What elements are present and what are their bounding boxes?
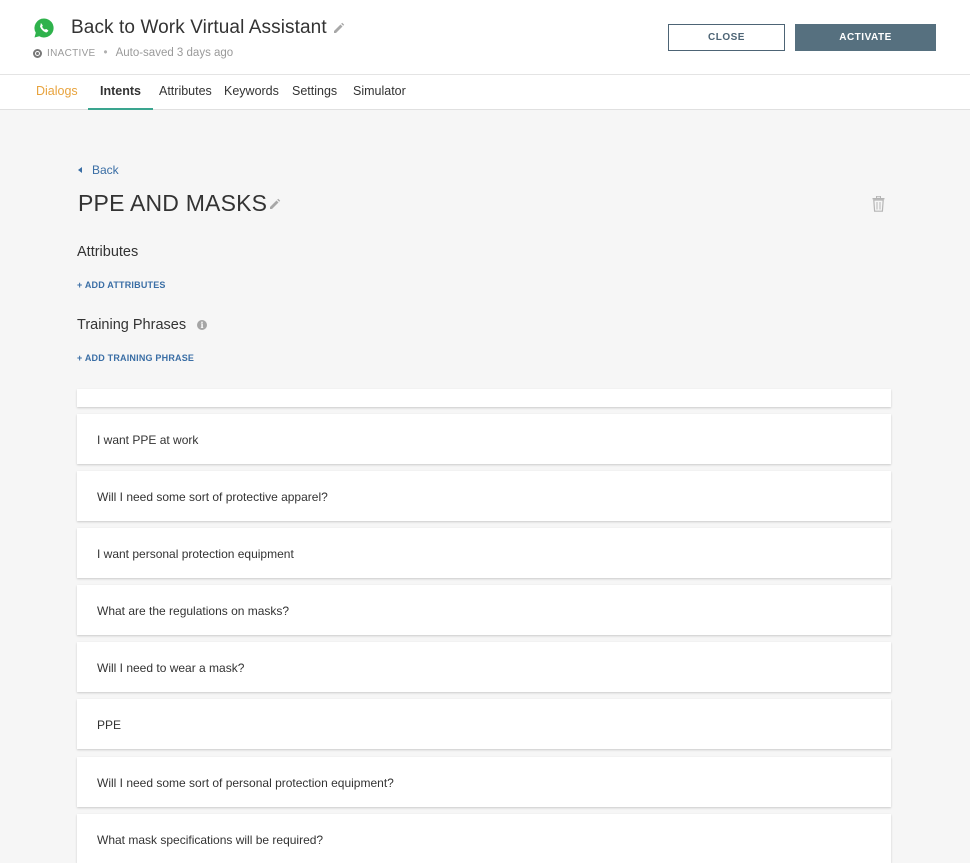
tab-simulator[interactable]: Simulator — [353, 75, 406, 110]
training-phrase-card[interactable]: I want PPE at work — [77, 414, 891, 464]
close-button[interactable]: CLOSE — [668, 24, 785, 51]
training-phrase-card[interactable]: Will I need some sort of personal protec… — [77, 757, 891, 807]
activate-button[interactable]: ACTIVATE — [795, 24, 936, 51]
status-indicator-icon — [33, 48, 42, 58]
trash-icon[interactable] — [872, 196, 885, 212]
tab-keywords[interactable]: Keywords — [224, 75, 279, 110]
phrase-input-card[interactable] — [77, 389, 891, 407]
training-phrase-text: Will I need some sort of personal protec… — [97, 776, 394, 790]
back-label: Back — [92, 163, 119, 177]
add-training-phrase-link[interactable]: + ADD TRAINING PHRASE — [77, 353, 194, 363]
training-phrase-card[interactable]: What mask specifications will be require… — [77, 814, 891, 863]
training-phrase-text: What are the regulations on masks? — [97, 604, 290, 618]
training-phrase-text: I want PPE at work — [97, 433, 199, 447]
separator-dot: • — [103, 47, 108, 59]
tab-attributes[interactable]: Attributes — [159, 75, 212, 110]
training-phrase-card[interactable]: Will I need to wear a mask? — [77, 642, 891, 692]
training-phrase-text: Will I need some sort of protective appa… — [97, 490, 328, 504]
training-phrase-text: PPE — [97, 718, 122, 732]
status-row: INACTIVE • Auto-saved 3 days ago — [33, 47, 233, 59]
pencil-icon[interactable] — [333, 22, 345, 34]
pencil-icon[interactable] — [269, 198, 281, 210]
caret-left-icon — [78, 167, 82, 173]
training-phrase-card[interactable]: What are the regulations on masks? — [77, 585, 891, 635]
training-phrase-text: Will I need to wear a mask? — [97, 661, 245, 675]
training-phrase-card[interactable]: Will I need some sort of protective appa… — [77, 471, 891, 521]
back-link[interactable]: Back — [78, 163, 119, 177]
tab-intents[interactable]: Intents — [88, 75, 153, 110]
tab-settings[interactable]: Settings — [292, 75, 337, 110]
autosave-text: Auto-saved 3 days ago — [115, 47, 234, 59]
info-icon[interactable]: i — [197, 320, 207, 330]
training-phrase-card[interactable]: I want personal protection equipment — [77, 528, 891, 578]
attributes-heading: Attributes — [77, 244, 139, 260]
whatsapp-icon — [34, 18, 54, 38]
training-phrases-heading: Training Phrases — [77, 317, 187, 333]
training-phrase-card[interactable]: PPE — [77, 699, 891, 749]
add-attributes-link[interactable]: + ADD ATTRIBUTES — [77, 280, 166, 290]
training-phrase-text: I want personal protection equipment — [97, 547, 294, 561]
tab-bar: Dialogs Intents Attributes Keywords Sett… — [0, 75, 970, 110]
status-label: INACTIVE — [47, 47, 96, 59]
training-phrase-text: What mask specifications will be require… — [97, 833, 324, 847]
app-header: Back to Work Virtual Assistant INACTIVE … — [0, 0, 970, 75]
intent-title: PPE AND MASKS — [78, 190, 268, 216]
tab-dialogs[interactable]: Dialogs — [36, 75, 78, 110]
app-title: Back to Work Virtual Assistant — [71, 17, 327, 38]
